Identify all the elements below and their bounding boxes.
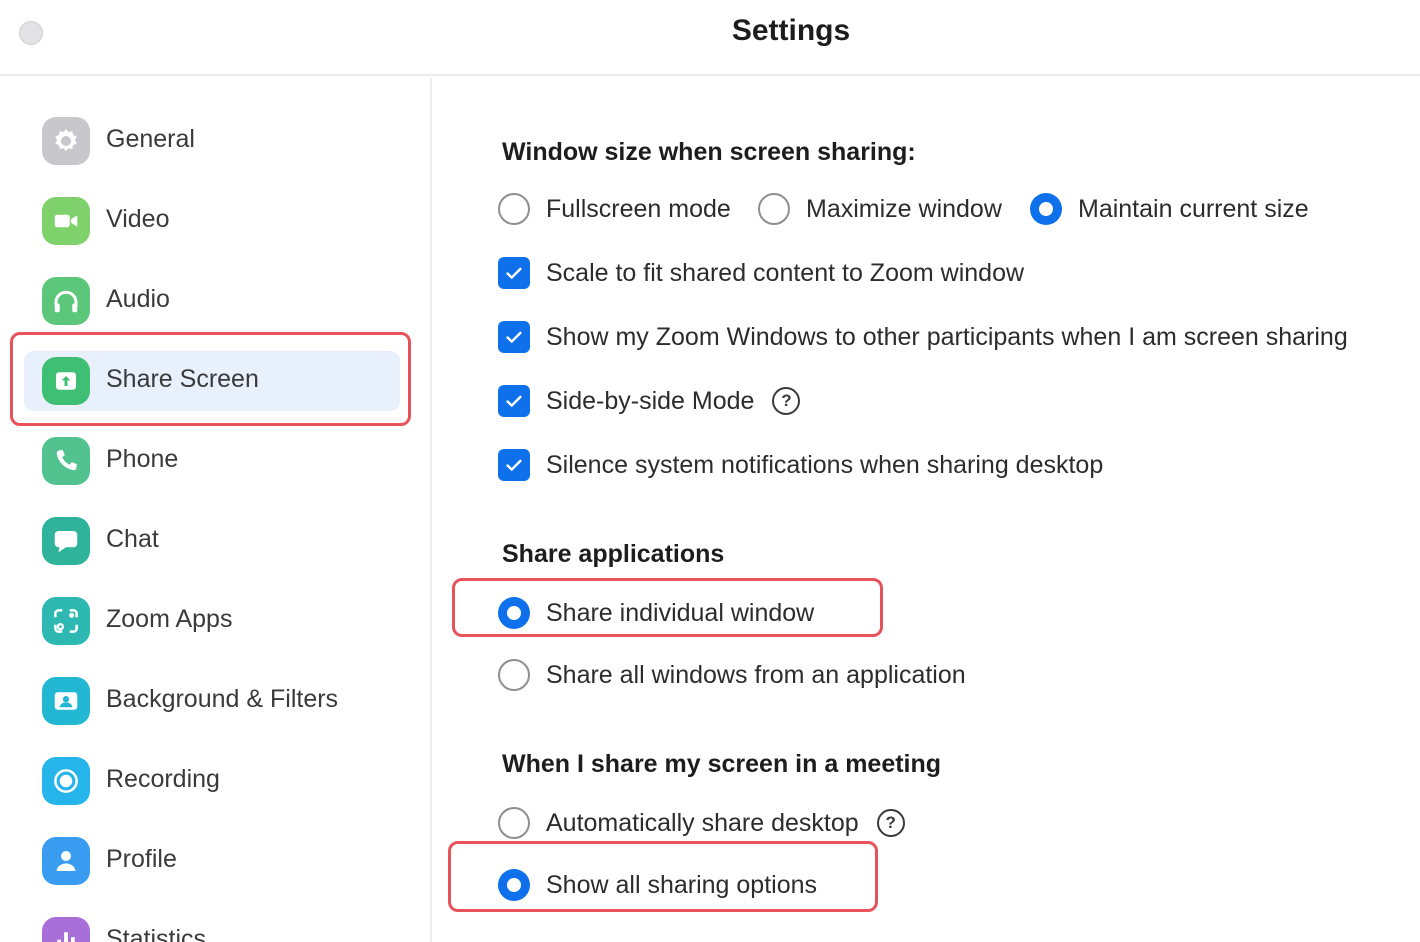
radio-label: Share all windows from an application bbox=[546, 660, 966, 689]
radio-maximize-window[interactable]: Maximize window bbox=[758, 191, 1002, 227]
video-camera-icon bbox=[42, 197, 90, 245]
sidebar-item-label: Recording bbox=[106, 765, 220, 793]
help-question-icon[interactable]: ? bbox=[876, 809, 905, 837]
highlight-annotation-individual-window bbox=[452, 578, 883, 637]
radio-auto-share-desktop[interactable]: Automatically share desktop ? bbox=[498, 805, 905, 841]
checkbox-label: Scale to fit shared content to Zoom wind… bbox=[546, 258, 1025, 287]
checkbox-checked[interactable] bbox=[498, 449, 530, 481]
radio-button[interactable] bbox=[498, 807, 530, 839]
window-title: Settings bbox=[731, 14, 851, 47]
phone-icon bbox=[42, 437, 90, 485]
checkbox-label: Silence system notifications when sharin… bbox=[546, 450, 1104, 479]
sidebar-item-label: Audio bbox=[106, 285, 170, 313]
sidebar-item-phone[interactable]: Phone bbox=[24, 431, 400, 491]
sidebar-item-label: Chat bbox=[106, 525, 159, 553]
checkmark-icon bbox=[506, 459, 522, 471]
checkmark-icon bbox=[506, 331, 522, 343]
checkbox-label: Show my Zoom Windows to other participan… bbox=[546, 322, 1348, 351]
checkbox-checked[interactable] bbox=[498, 257, 530, 289]
sidebar-item-audio[interactable]: Audio bbox=[24, 271, 400, 331]
radio-label: Fullscreen mode bbox=[546, 194, 731, 223]
sidebar-item-chat[interactable]: Chat bbox=[24, 511, 400, 571]
checkmark-icon bbox=[506, 267, 522, 279]
sidebar-item-label: Phone bbox=[106, 445, 179, 473]
sidebar-item-label: Background & Filters bbox=[106, 685, 339, 713]
statistics-bar-icon bbox=[42, 917, 90, 942]
sidebar-item-statistics[interactable]: Statistics bbox=[24, 911, 400, 942]
section-heading-window-size: Window size when screen sharing: bbox=[502, 138, 916, 166]
checkbox-scale-to-fit[interactable]: Scale to fit shared content to Zoom wind… bbox=[498, 255, 1024, 291]
checkbox-show-zoom-windows[interactable]: Show my Zoom Windows to other participan… bbox=[498, 319, 1348, 355]
highlight-annotation-show-all-options bbox=[448, 841, 878, 912]
sidebar-item-label: General bbox=[106, 125, 195, 153]
sidebar-item-general[interactable]: General bbox=[24, 111, 400, 171]
sidebar-item-background-filters[interactable]: Background & Filters bbox=[24, 671, 400, 731]
gear-icon bbox=[42, 117, 90, 165]
sidebar-item-label: Statistics bbox=[106, 925, 207, 942]
radio-maintain-current-size[interactable]: Maintain current size bbox=[1030, 191, 1309, 227]
background-image-icon bbox=[42, 677, 90, 725]
headphones-icon bbox=[42, 277, 90, 325]
sidebar-item-label: Zoom Apps bbox=[106, 605, 233, 633]
radio-fullscreen-mode[interactable]: Fullscreen mode bbox=[498, 191, 731, 227]
radio-button[interactable] bbox=[498, 193, 530, 225]
sidebar-item-zoom-apps[interactable]: Zoom Apps bbox=[24, 591, 400, 651]
checkbox-checked[interactable] bbox=[498, 321, 530, 353]
section-heading-share-applications: Share applications bbox=[502, 540, 725, 568]
radio-share-all-windows[interactable]: Share all windows from an application bbox=[498, 657, 966, 693]
radio-label: Maintain current size bbox=[1078, 194, 1309, 223]
record-icon bbox=[42, 757, 90, 805]
settings-sidebar: General Video Audio Share Screen Phone C… bbox=[0, 78, 432, 942]
radio-label: Maximize window bbox=[806, 194, 1002, 223]
highlight-annotation-share-screen bbox=[10, 332, 411, 426]
sidebar-item-profile[interactable]: Profile bbox=[24, 831, 400, 891]
section-heading-meeting-share: When I share my screen in a meeting bbox=[502, 750, 942, 778]
radio-label: Automatically share desktop bbox=[546, 808, 859, 837]
share-screen-settings-panel: Window size when screen sharing: Fullscr… bbox=[434, 78, 1420, 942]
chat-bubble-icon bbox=[42, 517, 90, 565]
radio-button[interactable] bbox=[758, 193, 790, 225]
radio-button-selected[interactable] bbox=[1030, 193, 1062, 225]
help-question-icon[interactable]: ? bbox=[772, 387, 801, 415]
profile-person-icon bbox=[42, 837, 90, 885]
checkbox-checked[interactable] bbox=[498, 385, 530, 417]
title-bar: Settings bbox=[0, 0, 1420, 76]
sidebar-item-recording[interactable]: Recording bbox=[24, 751, 400, 811]
checkmark-icon bbox=[506, 395, 522, 407]
checkbox-silence-notifications[interactable]: Silence system notifications when sharin… bbox=[498, 447, 1103, 483]
sidebar-item-label: Video bbox=[106, 205, 170, 233]
checkbox-label: Side-by-side Mode bbox=[546, 386, 755, 415]
sidebar-item-label: Profile bbox=[106, 845, 177, 873]
sidebar-item-video[interactable]: Video bbox=[24, 191, 400, 251]
checkbox-side-by-side-mode[interactable]: Side-by-side Mode ? bbox=[498, 383, 801, 419]
zoom-apps-icon bbox=[42, 597, 90, 645]
radio-button[interactable] bbox=[498, 659, 530, 691]
